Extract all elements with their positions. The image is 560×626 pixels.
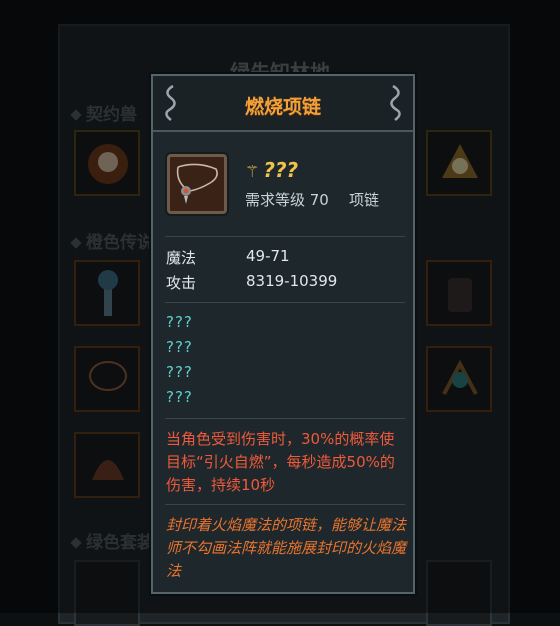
stat-name: 魔法 xyxy=(166,249,197,267)
rune-icon: ⚚ xyxy=(245,162,260,181)
item-name: 燃烧项链 xyxy=(244,96,321,118)
unknown-attribute: ??? xyxy=(166,363,193,381)
stat-value: 49-71 xyxy=(246,247,290,265)
stat-name: 攻击 xyxy=(166,274,197,292)
unknown-attribute: ??? xyxy=(166,338,193,356)
level-requirement: 需求等级 70 xyxy=(245,191,329,209)
divider xyxy=(165,504,405,505)
ornament-right-icon xyxy=(390,84,401,121)
item-type: 项链 xyxy=(349,191,380,209)
unknown-attribute: ??? xyxy=(166,313,193,331)
special-effect: 当角色受到伤害时，30%的概率使目标“引火自燃”，每秒造成50%的伤害，持续10… xyxy=(166,430,395,494)
unknown-attribute: ??? xyxy=(166,388,193,406)
divider xyxy=(165,418,405,419)
tooltip-header: 燃烧项链 xyxy=(153,76,413,132)
item-lore: 封印着火焰魔法的项链，能够让魔法师不勾画法阵就能施展封印的火焰魔法 xyxy=(166,516,407,580)
necklace-icon xyxy=(167,154,227,214)
item-tooltip: 燃烧项链 ⚚??? 需求等级 70 项链 魔法 49-71 攻击 8319-10… xyxy=(151,74,415,594)
divider xyxy=(165,236,405,237)
divider xyxy=(165,302,405,303)
item-quality: ⚚??? xyxy=(245,158,299,182)
stat-value: 8319-10399 xyxy=(246,272,338,290)
